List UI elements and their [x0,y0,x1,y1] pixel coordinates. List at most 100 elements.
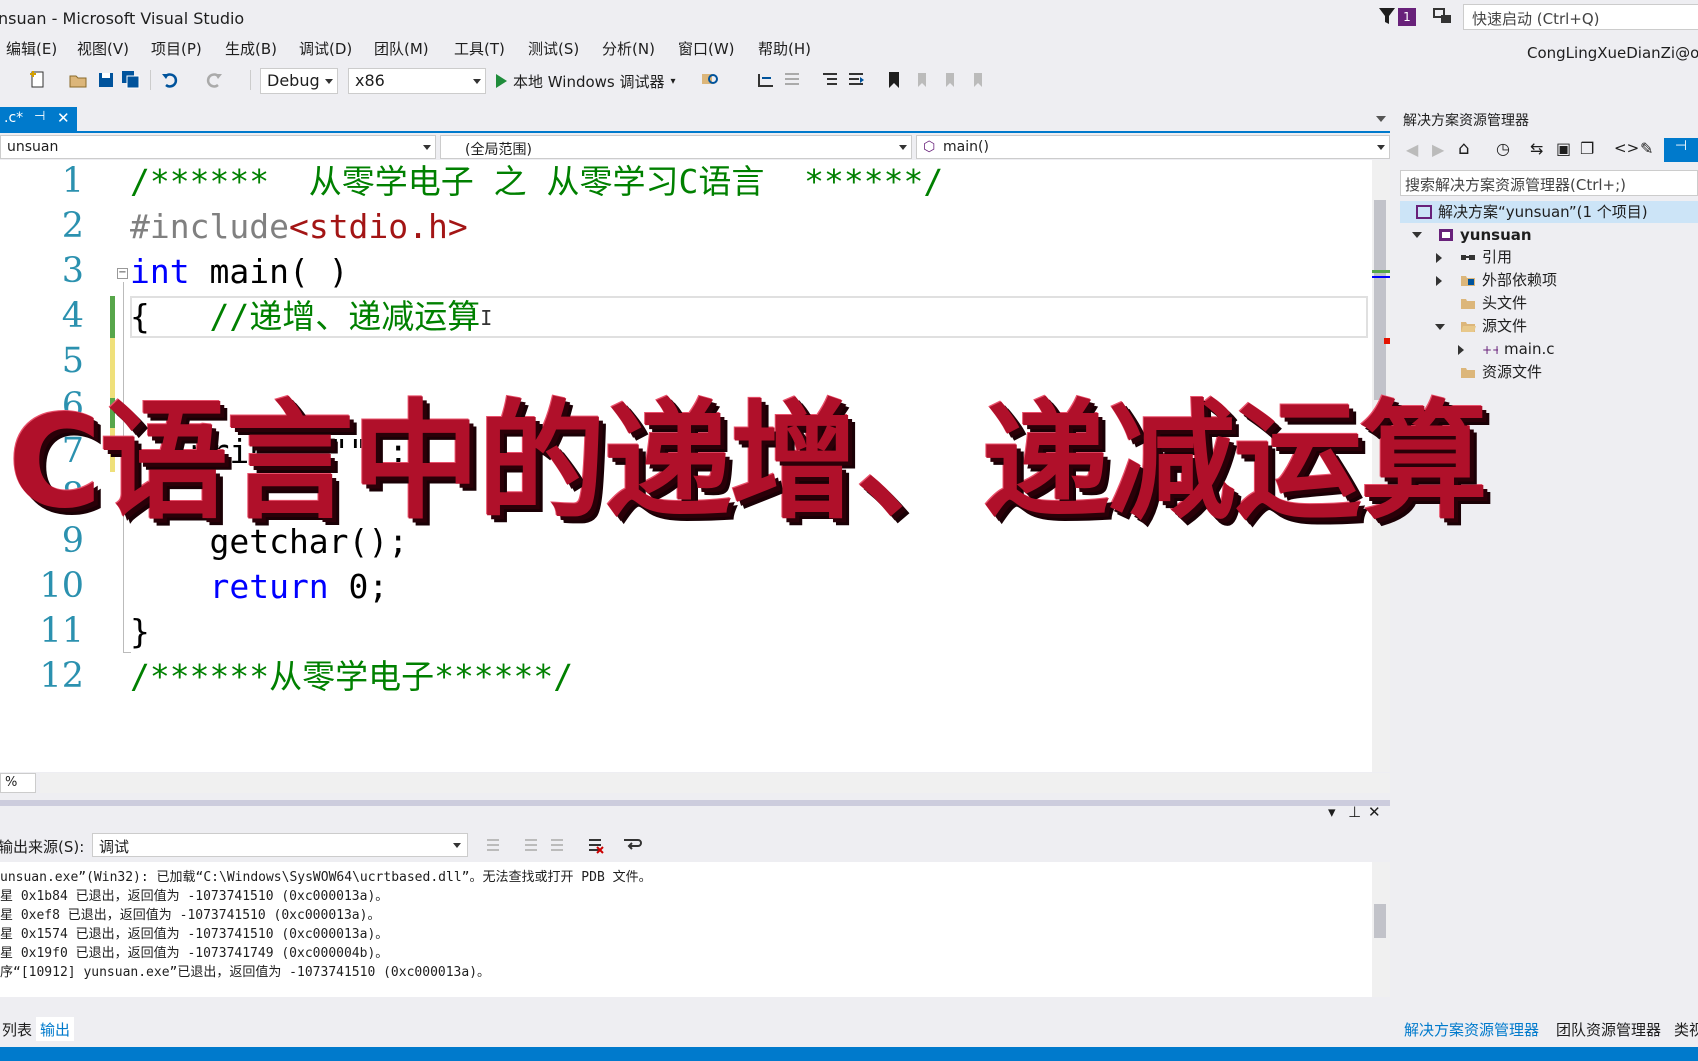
output-line: 星 0x1574 已退出，返回值为 -1073741510 (0xc000013… [0,927,389,942]
code-line-1: /****** 从零学电子 之 从零学习C语言 ******/ [130,162,944,201]
solution-search-input[interactable]: 搜索解决方案资源管理器(Ctrl+;) [1400,170,1698,196]
menu-tools[interactable]: 工具(T) [454,38,505,59]
properties-icon[interactable]: ✎ [1640,139,1653,158]
feedback-icon[interactable] [1432,6,1454,26]
menu-build[interactable]: 生成(B) [225,38,277,59]
editor-scroll-thumb[interactable] [1374,200,1386,400]
project-dropdown[interactable]: unsuan [0,135,436,159]
save-all-icon[interactable] [121,70,141,90]
home-icon[interactable]: ⌂ [1458,138,1469,159]
status-bar [0,1047,1698,1061]
step-icon[interactable] [756,70,776,90]
pin-icon[interactable]: ⊣ [34,109,45,124]
pane-menu-icon[interactable]: ▾ [1328,803,1336,821]
output-line: 星 0x1b84 已退出，返回值为 -1073741510 (0xc000013… [0,889,389,904]
new-project-icon[interactable] [28,70,48,90]
output-line: 序“[10912] yunsuan.exe”已退出，返回值为 -10737415… [0,965,491,980]
notification-badge[interactable]: 1 [1398,8,1416,26]
document-tab[interactable]: .c* ⊣ ✕ [0,107,77,131]
code-line-12: /******从零学电子******/ [130,657,574,696]
collapse-icon[interactable]: − [117,268,128,279]
expand-main-c-icon[interactable] [1458,345,1464,355]
menu-edit[interactable]: 编辑(E) [6,38,57,59]
line-number: 3 [61,251,84,291]
play-icon [496,74,507,88]
start-debugging-button[interactable]: 本地 Windows 调试器 ▾ [496,70,676,92]
expand-project-icon[interactable] [1412,232,1422,238]
code-line-11: } [130,612,150,651]
step-disabled-icon[interactable] [782,70,802,90]
tree-source-files[interactable]: 源文件 [1460,315,1527,337]
history-icon[interactable]: ◷ [1496,139,1510,158]
tree-main-c[interactable]: ++ main.c [1482,338,1555,360]
view-code-icon[interactable]: <> [1614,139,1639,157]
zoom-dropdown[interactable]: % [0,773,36,793]
forward-icon[interactable]: ▶ [1432,140,1444,159]
back-icon[interactable]: ◀ [1406,140,1418,159]
member-dropdown[interactable]: ⬡ main() [916,135,1390,159]
method-icon: ⬡ [923,139,936,155]
scope-dropdown[interactable]: (全局范围) [440,135,912,159]
quick-launch-input[interactable]: 快速启动 (Ctrl+Q) [1463,4,1698,30]
prev-message-icon[interactable] [522,836,540,854]
word-wrap-icon[interactable] [622,836,642,854]
expand-references-icon[interactable] [1436,253,1442,263]
undo-icon[interactable] [160,70,180,90]
filter-icon[interactable] [1378,6,1396,26]
tree-external-deps[interactable]: 外部依赖项 [1460,269,1557,291]
platform-dropdown[interactable]: x86 [348,68,486,94]
tab-team-explorer[interactable]: 团队资源管理器 [1552,1017,1665,1041]
menu-test[interactable]: 测试(S) [528,38,579,59]
clear-bookmarks-icon[interactable] [968,70,988,90]
tab-output[interactable]: 输出 [36,1017,75,1041]
open-file-icon[interactable] [68,70,88,90]
expand-external-deps-icon[interactable] [1436,276,1442,286]
collapse-all-icon[interactable]: ▣ [1556,139,1571,158]
output-source-dropdown[interactable]: 调试 [92,833,468,857]
config-dropdown[interactable]: Debug [260,68,338,94]
menu-project[interactable]: 项目(P) [151,38,202,59]
prev-bookmark-icon[interactable] [912,70,932,90]
next-bookmark-icon[interactable] [940,70,960,90]
account-name[interactable]: CongLingXueDianZi@o [1527,44,1698,62]
expand-source-files-icon[interactable] [1435,324,1445,330]
menu-window[interactable]: 窗口(W) [678,38,735,59]
close-tab-icon[interactable]: ✕ [57,109,70,127]
preview-icon[interactable]: ⊣ [1664,138,1698,162]
next-message-icon[interactable] [548,836,566,854]
output-line: 星 0xef8 已退出，返回值为 -1073741510 (0xc000013a… [0,908,381,923]
tree-resource-files[interactable]: 资源文件 [1460,361,1542,383]
tab-error-list[interactable]: 列表 [0,1017,36,1041]
outdent-icon[interactable] [846,70,866,90]
folder-icon [1461,299,1475,309]
menu-view[interactable]: 视图(V) [77,38,129,59]
menu-debug[interactable]: 调试(D) [299,38,352,59]
folder-icon [1461,368,1475,378]
tab-overflow-icon[interactable] [1376,116,1386,122]
tab-class-view[interactable]: 类视 [1670,1017,1698,1041]
menu-team[interactable]: 团队(M) [374,38,429,59]
save-icon[interactable] [96,70,116,90]
tree-references[interactable]: 引用 [1460,246,1512,268]
output-scroll-thumb[interactable] [1374,904,1386,938]
redo-icon[interactable] [204,70,224,90]
tree-header-files[interactable]: 头文件 [1460,292,1527,314]
goto-line-icon[interactable] [484,836,502,854]
pane-pin-icon[interactable]: ⊥ [1348,803,1361,821]
tree-project[interactable]: yunsuan [1438,224,1532,246]
tree-solution[interactable]: 解决方案“yunsuan”(1 个项目) [1416,201,1648,223]
indent-icon[interactable] [820,70,840,90]
scroll-error-marker [1384,338,1390,344]
tab-solution-explorer[interactable]: 解决方案资源管理器 [1400,1017,1543,1041]
code-line-4: { //递增、递减运算I [130,297,493,336]
menu-analyze[interactable]: 分析(N) [602,38,655,59]
sync-icon[interactable]: ⇆ [1530,139,1543,158]
show-all-files-icon[interactable]: ❐ [1580,139,1594,158]
clear-all-icon[interactable] [586,836,604,854]
project-icon [1439,229,1453,241]
pane-close-icon[interactable]: ✕ [1368,803,1381,821]
find-icon[interactable] [700,70,720,90]
editor-horizontal-scrollbar[interactable] [40,773,1390,793]
bookmark-icon[interactable] [884,70,904,90]
menu-help[interactable]: 帮助(H) [758,38,811,59]
